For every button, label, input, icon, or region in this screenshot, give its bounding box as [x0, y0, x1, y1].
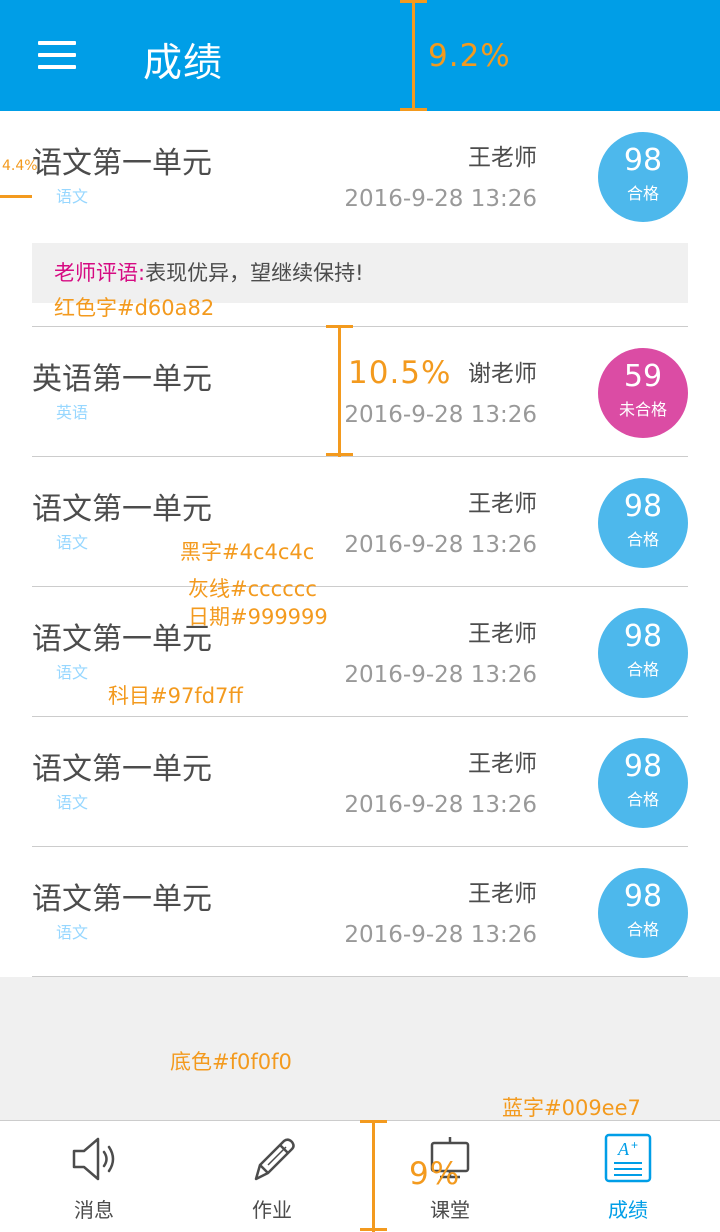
teacher-name: 王老师 — [468, 751, 537, 777]
score-status: 合格 — [626, 660, 659, 679]
svg-text:A: A — [617, 1139, 630, 1159]
score-value: 98 — [623, 619, 663, 654]
exam-date: 2016-9-28 13:26 — [344, 532, 537, 558]
exam-title: 英语第一单元 — [32, 362, 212, 397]
score-value: 98 — [623, 489, 663, 524]
tab-classroom[interactable]: 课堂 — [360, 1121, 540, 1232]
subject-tag: 语文 — [55, 923, 88, 942]
score-badge[interactable]: 98 合格 — [598, 478, 688, 568]
teacher-name: 王老师 — [468, 145, 537, 171]
bg-color-annotation: 底色#f0f0f0 — [170, 1050, 292, 1074]
tab-label: 课堂 — [430, 1198, 470, 1222]
grade-report-icon: A + — [604, 1133, 652, 1183]
exam-date: 2016-9-28 13:26 — [344, 662, 537, 688]
score-value: 98 — [623, 879, 663, 914]
exam-date: 2016-9-28 13:26 — [344, 402, 537, 428]
score-badge[interactable]: 98 合格 — [598, 132, 688, 222]
menu-bar-line — [38, 53, 76, 57]
tab-label: 消息 — [74, 1198, 114, 1222]
grade-list: 语文第一单元 语文 王老师 2016-9-28 13:26 98 合格 老师评语… — [0, 111, 720, 977]
margin-left-marker — [0, 195, 32, 198]
subject-tag: 语文 — [55, 533, 88, 552]
teacher-name: 谢老师 — [468, 361, 537, 387]
teacher-comment: 老师评语:表现优异，望继续保持! — [32, 243, 688, 303]
subject-tag: 语文 — [55, 187, 88, 206]
marker-cap — [326, 453, 353, 456]
grade-row[interactable]: 英语第一单元 英语 谢老师 2016-9-28 13:26 59 未合格 — [0, 327, 720, 457]
exam-title: 语文第一单元 — [32, 492, 212, 527]
bottom-tab-bar: 消息 作业 课堂 A + 成绩 — [0, 1120, 720, 1232]
teacher-name: 王老师 — [468, 881, 537, 907]
grade-row[interactable]: 语文第一单元 语文 王老师 2016-9-28 13:26 98 合格 — [0, 717, 720, 847]
grade-row[interactable]: 语文第一单元 语文 王老师 2016-9-28 13:26 98 合格 — [0, 587, 720, 717]
exam-title: 语文第一单元 — [32, 146, 212, 181]
comment-text: 表现优异，望继续保持! — [145, 261, 364, 285]
header-height-marker — [412, 0, 415, 111]
menu-bar-line — [38, 65, 76, 69]
score-badge[interactable]: 98 合格 — [598, 868, 688, 958]
row-divider — [32, 976, 688, 977]
row-height-marker — [338, 327, 341, 457]
score-value: 98 — [623, 749, 663, 784]
score-status: 合格 — [626, 184, 659, 203]
subject-tag: 语文 — [55, 793, 88, 812]
subject-tag: 语文 — [55, 663, 88, 682]
svg-text:+: + — [631, 1138, 638, 1152]
tabbar-height-marker — [372, 1120, 375, 1232]
score-status: 未合格 — [618, 400, 667, 419]
tab-grades[interactable]: A + 成绩 — [538, 1121, 718, 1232]
exam-title: 语文第一单元 — [32, 882, 212, 917]
score-badge[interactable]: 98 合格 — [598, 608, 688, 698]
menu-icon[interactable] — [38, 40, 76, 70]
menu-bar-line — [38, 41, 76, 45]
exam-date: 2016-9-28 13:26 — [344, 792, 537, 818]
exam-title: 语文第一单元 — [32, 752, 212, 787]
exam-date: 2016-9-28 13:26 — [344, 186, 537, 212]
marker-cap — [326, 325, 353, 328]
marker-cap — [360, 1120, 387, 1123]
score-value: 98 — [623, 143, 663, 178]
score-value: 59 — [623, 359, 663, 394]
grade-row[interactable]: 语文第一单元 语文 王老师 2016-9-28 13:26 98 合格 — [0, 847, 720, 977]
marker-cap — [400, 0, 427, 3]
tab-messages[interactable]: 消息 — [4, 1121, 184, 1232]
exam-title: 语文第一单元 — [32, 622, 212, 657]
blue-text-annotation: 蓝字#009ee7 — [502, 1096, 641, 1120]
score-badge[interactable]: 59 未合格 — [598, 348, 688, 438]
subject-tag: 英语 — [55, 403, 88, 422]
grade-row[interactable]: 语文第一单元 语文 王老师 2016-9-28 13:26 98 合格 老师评语… — [0, 111, 720, 327]
tab-homework[interactable]: 作业 — [182, 1121, 362, 1232]
comment-label: 老师评语: — [54, 261, 146, 285]
exam-date: 2016-9-28 13:26 — [344, 922, 537, 948]
classroom-board-icon — [430, 1137, 470, 1179]
marker-cap — [400, 108, 427, 111]
teacher-name: 王老师 — [468, 621, 537, 647]
score-badge[interactable]: 98 合格 — [598, 738, 688, 828]
score-status: 合格 — [626, 790, 659, 809]
tab-label: 成绩 — [608, 1198, 648, 1222]
grade-row[interactable]: 语文第一单元 语文 王老师 2016-9-28 13:26 98 合格 — [0, 457, 720, 587]
speaker-icon — [72, 1137, 115, 1181]
teacher-name: 王老师 — [468, 491, 537, 517]
pencil-icon — [254, 1138, 295, 1181]
score-status: 合格 — [626, 920, 659, 939]
score-status: 合格 — [626, 530, 659, 549]
app-header: 成绩 — [0, 0, 720, 111]
page-title: 成绩 — [143, 41, 224, 86]
tab-label: 作业 — [252, 1198, 292, 1222]
marker-cap — [360, 1228, 387, 1231]
